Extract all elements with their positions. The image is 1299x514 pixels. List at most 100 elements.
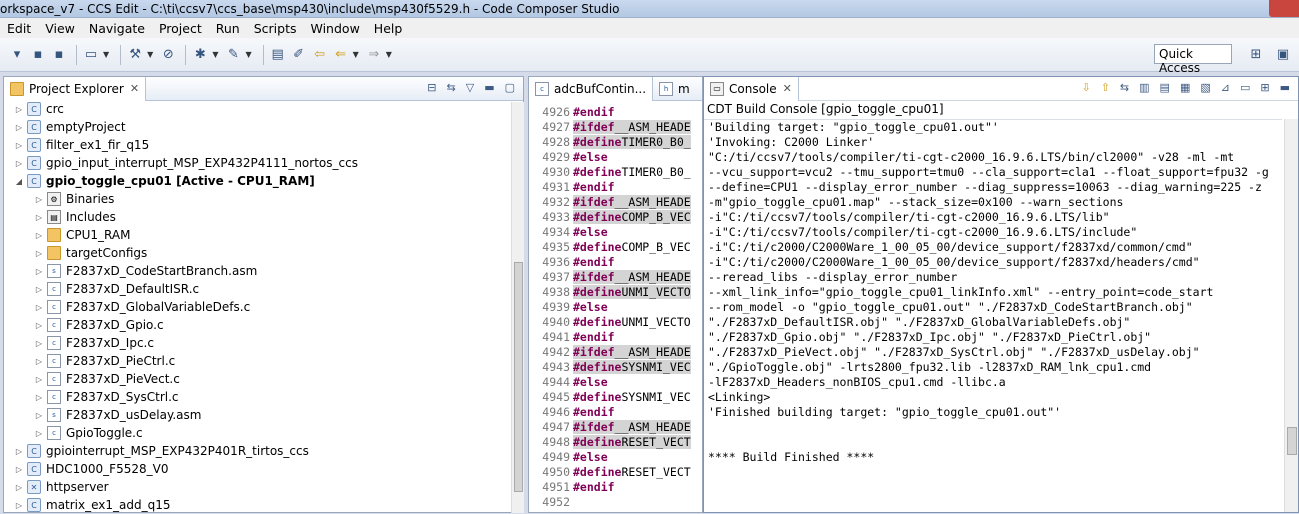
tree-item[interactable]: ▷ s F2837xD_usDelay.asm [4, 406, 201, 424]
tree-item[interactable]: ▷ ✕ httpserver [4, 478, 109, 496]
menu-help[interactable]: Help [367, 21, 410, 36]
chevron-down-icon[interactable]: ▼ [147, 50, 153, 59]
collapsed-twisty-icon[interactable]: ▷ [34, 285, 44, 294]
collapsed-twisty-icon[interactable]: ▷ [14, 501, 24, 510]
collapsed-twisty-icon[interactable]: ▷ [34, 267, 44, 276]
save-all-icon[interactable]: ▪ [50, 46, 68, 64]
code-area[interactable]: 4926 #endif 4927 #ifdef __ASM_HEADE 4928 #def… [529, 102, 704, 514]
tree-item[interactable]: ▷ c GpioToggle.c [4, 424, 143, 442]
tree-item[interactable]: ▷ CemptyProject [4, 118, 126, 136]
search-icon[interactable]: ⊘ [159, 46, 177, 64]
debug-bug-icon[interactable]: ✱ [191, 46, 209, 64]
collapsed-twisty-icon[interactable]: ▷ [14, 105, 24, 114]
menu-window[interactable]: Window [304, 21, 367, 36]
back-arrow-icon[interactable]: ⇐ [332, 46, 350, 64]
word-wrap-icon[interactable]: ▦ [1180, 81, 1190, 94]
terminal-icon[interactable]: ▭ [82, 46, 100, 64]
pin-console-icon[interactable]: ⊿ [1221, 81, 1230, 94]
link-icon[interactable]: ⇆ [1120, 81, 1129, 94]
tree-item[interactable]: ▷ c F2837xD_DefaultISR.c [4, 280, 199, 298]
collapsed-twisty-icon[interactable]: ▷ [14, 123, 24, 132]
collapsed-twisty-icon[interactable]: ▷ [34, 231, 44, 240]
collapsed-twisty-icon[interactable]: ▷ [14, 141, 24, 150]
tree-item[interactable]: ▷ Cfilter_ex1_fir_q15 [4, 136, 149, 154]
tree-item[interactable]: ▷ c F2837xD_PieCtrl.c [4, 352, 175, 370]
collapse-all-icon[interactable]: ⊟ [427, 81, 436, 94]
tree-item[interactable]: ▷ ▤ Includes [4, 208, 116, 226]
tree-item[interactable]: ▷ Cmatrix_ex1_add_q15 [4, 496, 171, 514]
link-with-editor-icon[interactable]: ⇆ [447, 81, 456, 94]
view-menu-icon[interactable]: ▽ [466, 81, 474, 94]
minimize-icon[interactable]: ▬ [484, 81, 494, 94]
save-icon[interactable]: ▪ [29, 46, 47, 64]
forward-arrow-icon[interactable]: ⇒ [365, 46, 383, 64]
tab-m[interactable]: h m [653, 77, 696, 101]
new-icon[interactable]: ▾ [8, 46, 26, 64]
tree-item[interactable]: ▷ c F2837xD_Gpio.c [4, 316, 164, 334]
close-icon[interactable]: ✕ [130, 82, 139, 95]
collapsed-twisty-icon[interactable]: ▷ [14, 465, 24, 474]
collapsed-twisty-icon[interactable]: ▷ [34, 321, 44, 330]
ccs-edit-perspective-icon[interactable]: ▣ [1275, 45, 1291, 63]
tree-item[interactable]: ▷ ⚙ Binaries [4, 190, 114, 208]
back-icon[interactable]: ⇦ [311, 46, 329, 64]
collapsed-twisty-icon[interactable]: ▷ [14, 159, 24, 168]
open-console-icon[interactable]: ⊞ [1260, 81, 1269, 94]
previous-error-icon[interactable]: ⇧ [1101, 81, 1110, 94]
quick-access-input[interactable]: Quick Access [1154, 44, 1232, 75]
expanded-twisty-icon[interactable]: ◢ [14, 177, 24, 186]
scrollbar-thumb[interactable] [514, 262, 523, 492]
menu-scripts[interactable]: Scripts [247, 21, 304, 36]
console-output[interactable]: 'Building target: "gpio_toggle_cpu01.out… [704, 119, 1282, 514]
open-perspective-icon[interactable]: ⊞ [1248, 45, 1264, 63]
close-window-button[interactable] [1269, 0, 1299, 17]
menu-project[interactable]: Project [152, 21, 209, 36]
tree-item[interactable]: ▷ c F2837xD_PieVect.c [4, 370, 180, 388]
collapsed-twisty-icon[interactable]: ▷ [34, 339, 44, 348]
build-hammer-icon[interactable]: ⚒ [126, 46, 144, 64]
collapsed-twisty-icon[interactable]: ▷ [34, 303, 44, 312]
collapsed-twisty-icon[interactable]: ▷ [34, 429, 44, 438]
next-error-icon[interactable]: ⇩ [1081, 81, 1090, 94]
tree-item[interactable]: ▷ Cgpio_input_interrupt_MSP_EXP432P4111_n… [4, 154, 358, 172]
scrollbar-thumb[interactable] [1287, 427, 1297, 455]
tree-item[interactable]: ▷ Ccrc [4, 102, 64, 118]
collapsed-twisty-icon[interactable]: ▷ [34, 249, 44, 258]
tree-item[interactable]: ▷ Cgpiointerrupt_MSP_EXP432P401R_tirtos_c… [4, 442, 309, 460]
tree-item[interactable]: ▷ c F2837xD_Ipc.c [4, 334, 154, 352]
vertical-scrollbar[interactable] [1284, 119, 1298, 512]
tree-item[interactable]: ▷ targetConfigs [4, 244, 147, 262]
menu-navigate[interactable]: Navigate [82, 21, 152, 36]
tree-item[interactable]: ▷ s F2837xD_CodeStartBranch.asm [4, 262, 257, 280]
tree-item[interactable]: ▷ c F2837xD_SysCtrl.c [4, 388, 179, 406]
tree-item[interactable]: ▷ c F2837xD_GlobalVariableDefs.c [4, 298, 250, 316]
minimize-icon[interactable]: ▬ [1280, 81, 1290, 94]
collapsed-twisty-icon[interactable]: ▷ [34, 375, 44, 384]
collapsed-twisty-icon[interactable]: ▷ [34, 411, 44, 420]
scroll-lock-icon[interactable]: ▥ [1139, 81, 1149, 94]
collapsed-twisty-icon[interactable]: ▷ [34, 357, 44, 366]
tab-console[interactable]: ▭ Console ✕ [704, 76, 799, 101]
collapsed-twisty-icon[interactable]: ▷ [34, 393, 44, 402]
menu-view[interactable]: View [38, 21, 82, 36]
flash-icon[interactable]: ✎ [224, 46, 242, 64]
menu-run[interactable]: Run [209, 21, 247, 36]
tree-item[interactable]: ▷ CPU1_RAM [4, 226, 130, 244]
menu-edit[interactable]: Edit [0, 21, 38, 36]
collapsed-twisty-icon[interactable]: ▷ [14, 483, 24, 492]
chevron-down-icon[interactable]: ▼ [245, 50, 251, 59]
copy-icon[interactable]: ▤ [1160, 81, 1170, 94]
tab-project-explorer[interactable]: Project Explorer ✕ [4, 76, 147, 101]
tree-item[interactable]: ◢ Cgpio_toggle_cpu01 [Active - CPU1_RAM] [4, 172, 315, 190]
clear-console-icon[interactable]: ▧ [1200, 81, 1210, 94]
display-console-icon[interactable]: ▭ [1240, 81, 1250, 94]
maximize-icon[interactable]: ▢ [505, 81, 515, 94]
chevron-down-icon[interactable]: ▼ [103, 50, 109, 59]
chevron-down-icon[interactable]: ▼ [353, 50, 359, 59]
collapsed-twisty-icon[interactable]: ▷ [34, 213, 44, 222]
chevron-down-icon[interactable]: ▼ [212, 50, 218, 59]
collapsed-twisty-icon[interactable]: ▷ [14, 447, 24, 456]
collapsed-twisty-icon[interactable]: ▷ [34, 195, 44, 204]
chevron-down-icon[interactable]: ▼ [386, 50, 392, 59]
vertical-scrollbar[interactable] [511, 102, 524, 513]
